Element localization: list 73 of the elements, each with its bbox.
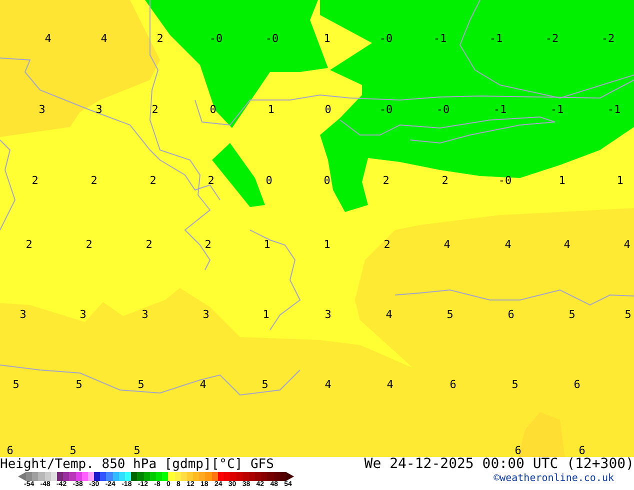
- temperature-label: 4: [386, 308, 392, 321]
- temperature-label: 2: [86, 238, 92, 251]
- temperature-label: 1: [268, 103, 274, 116]
- temperature-label: -0: [265, 32, 279, 45]
- temperature-label: 2: [26, 238, 32, 251]
- temperature-label: 6: [6, 444, 14, 457]
- temperature-label: 4: [324, 378, 332, 391]
- temperature-label: -0: [498, 174, 512, 187]
- temperature-label: 4: [386, 378, 394, 391]
- temperature-label: 0: [266, 174, 272, 187]
- temperature-label: 4: [44, 32, 52, 45]
- temperature-label: -0: [379, 32, 393, 45]
- temperature-label: 6: [574, 378, 580, 391]
- temperature-label: 5: [138, 378, 144, 391]
- temperature-label: 5: [70, 444, 76, 457]
- temperature-label: -1: [550, 103, 564, 116]
- temperature-label: 3: [96, 103, 102, 116]
- temperature-label: 4: [444, 238, 450, 251]
- temperature-label: 5: [624, 308, 632, 321]
- temperature-label: 4: [100, 32, 108, 45]
- temperature-label: 5: [134, 444, 140, 457]
- temperature-label: -1: [433, 32, 447, 45]
- temperature-label: 6: [450, 378, 456, 391]
- temperature-label: 3: [142, 308, 148, 321]
- temperature-label: 2: [156, 32, 164, 45]
- temperature-label: 5: [76, 378, 82, 391]
- temperature-label: 3: [80, 308, 86, 321]
- temperature-label: 6: [508, 308, 514, 321]
- temperature-label: -2: [545, 32, 559, 45]
- temperature-label: 4: [564, 238, 570, 251]
- temperature-label: 1: [324, 32, 330, 45]
- temperature-label: 5: [12, 378, 20, 391]
- temperature-label: 0: [324, 103, 332, 116]
- temperature-label: 5: [446, 308, 454, 321]
- copyright-text: ©weatheronline.co.uk: [494, 472, 615, 486]
- temperature-label: -0: [436, 103, 450, 116]
- temperature-label: 2: [384, 238, 390, 251]
- temperature-label: 2: [204, 238, 212, 251]
- temperature-label: 2: [146, 238, 152, 251]
- temperature-label: 6: [514, 444, 522, 457]
- temperature-label: -0: [209, 32, 223, 45]
- temperature-label: 0: [324, 174, 330, 187]
- temperature-label: 3: [38, 103, 46, 116]
- temperature-label: 4: [200, 378, 206, 391]
- temperature-label: 2: [32, 174, 38, 187]
- temperature-label: 3: [324, 308, 332, 321]
- temperature-label: 2: [382, 174, 390, 187]
- temperature-label: 3: [202, 308, 210, 321]
- temperature-label: 1: [262, 308, 270, 321]
- temperature-label: 2: [208, 174, 214, 187]
- map-title: Height/Temp. 850 hPa [gdmp][°C] GFS: [0, 457, 274, 472]
- temperature-label: 1: [616, 174, 624, 187]
- temperature-label: 1: [558, 174, 566, 187]
- temperature-label: 1: [324, 238, 330, 251]
- temperature-label: 5: [262, 378, 268, 391]
- temperature-label: -2: [601, 32, 615, 45]
- temperature-label: 1: [264, 238, 270, 251]
- temperature-label: 4: [504, 238, 512, 251]
- temperature-label: -1: [493, 103, 507, 116]
- temperature-label: -1: [607, 103, 621, 116]
- temperature-label: 5: [512, 378, 518, 391]
- temperature-label: 4: [624, 238, 630, 251]
- temperature-label: 2: [442, 174, 448, 187]
- temperature-label: 3: [20, 308, 26, 321]
- temperature-label: 0: [210, 103, 216, 116]
- valid-time: We 24-12-2025 00:00 UTC (12+300): [364, 457, 634, 472]
- temperature-label: 2: [150, 174, 156, 187]
- temperature-label: -1: [489, 32, 503, 45]
- temperature-label: 2: [90, 174, 98, 187]
- temperature-label: 5: [568, 308, 576, 321]
- temperature-label: 2: [152, 103, 158, 116]
- temperature-label: -0: [379, 103, 393, 116]
- temperature-label: 6: [578, 444, 586, 457]
